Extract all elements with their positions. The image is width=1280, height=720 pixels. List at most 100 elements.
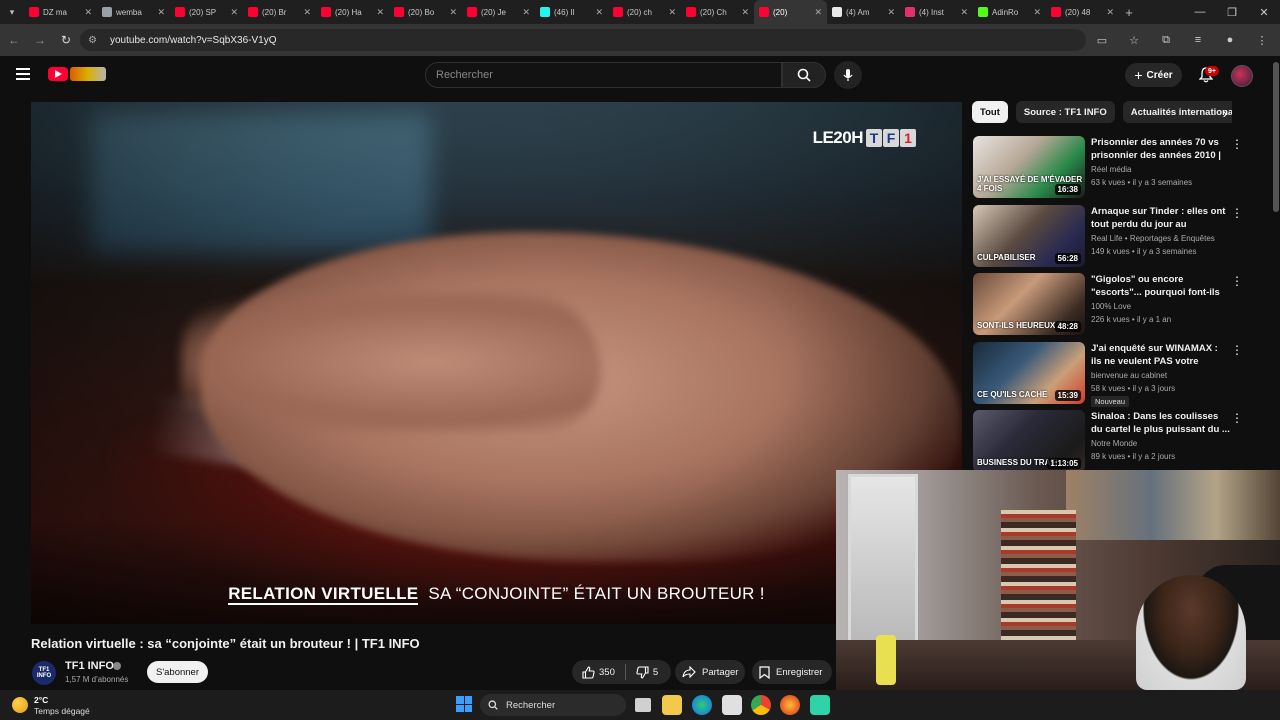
search-input[interactable]: Rechercher xyxy=(425,62,782,88)
browser-tab[interactable]: (20) Je ✕ xyxy=(462,0,535,24)
address-bar[interactable]: ⚙ youtube.com/watch?v=SqbX36-V1yQ xyxy=(80,29,1086,51)
browser-tab[interactable]: DZ ma ✕ xyxy=(24,0,97,24)
voice-search-button[interactable] xyxy=(834,61,862,89)
tab-close-icon[interactable]: ✕ xyxy=(960,7,968,18)
minimize-icon[interactable]: — xyxy=(1184,0,1216,24)
channel-name[interactable]: TF1 INFO xyxy=(65,660,114,672)
more-options-icon[interactable]: ⋮ xyxy=(1231,273,1243,289)
tab-close-icon[interactable]: ✕ xyxy=(887,7,895,18)
recommended-video[interactable]: CE QU'ILS CACHE 15:39 J'ai enquêté sur WIN… xyxy=(973,341,1258,407)
browser-tab[interactable]: (20) SP ✕ xyxy=(170,0,243,24)
recommended-video[interactable]: SONT-ILS HEUREUX ? 48:28 "Gigolos" ou enco… xyxy=(973,273,1258,337)
video-thumbnail[interactable]: CULPABILISER 56:28 xyxy=(973,204,1085,267)
recommended-channel[interactable]: 100% Love xyxy=(1091,302,1131,311)
browser-tab[interactable]: (20) Br ✕ xyxy=(243,0,316,24)
channel-avatar[interactable]: TF1 INFO xyxy=(32,661,56,685)
site-info-icon[interactable]: ⚙ xyxy=(88,35,102,46)
edge-icon[interactable] xyxy=(692,695,712,715)
tab-close-icon[interactable]: ✕ xyxy=(449,7,457,18)
tab-close-icon[interactable]: ✕ xyxy=(814,7,822,18)
weather-temperature[interactable]: 2°C xyxy=(34,695,48,705)
new-tab-button[interactable]: + xyxy=(1119,5,1139,20)
browser-tab[interactable]: (20) ch ✕ xyxy=(608,0,681,24)
share-button[interactable]: Partager xyxy=(675,660,745,684)
more-options-icon[interactable]: ⋮ xyxy=(1231,410,1243,426)
browser-tab[interactable]: (20) Ch ✕ xyxy=(681,0,754,24)
recommended-video[interactable]: BUSINESS DU TRAFI 1:13:05 Sinaloa : Dans l… xyxy=(973,410,1258,474)
more-options-icon[interactable]: ⋮ xyxy=(1231,342,1243,358)
video-player[interactable]: LE20H TF1 RELATION VIRTUELLE SA “CONJOINT… xyxy=(31,102,962,624)
profile-icon[interactable]: ● xyxy=(1218,28,1242,52)
reload-icon[interactable]: ↻ xyxy=(54,28,78,52)
tab-search-icon[interactable]: ▾ xyxy=(0,0,24,24)
create-button[interactable]: + Créer xyxy=(1125,63,1182,87)
recommended-title[interactable]: Prisonnier des années 70 vs prisonnier d… xyxy=(1091,136,1231,162)
app-icon[interactable] xyxy=(810,695,830,715)
browser-tab[interactable]: wemba ✕ xyxy=(97,0,170,24)
extensions-icon[interactable]: ⧉ xyxy=(1154,28,1178,52)
page-scrollbar[interactable] xyxy=(1273,62,1279,212)
tab-close-icon[interactable]: ✕ xyxy=(522,7,530,18)
recommended-channel[interactable]: bienvenue au cabinet xyxy=(1091,371,1167,380)
video-thumbnail[interactable]: J'AI ESSAYÉ DE M'ÉVADER 4 FOIS 16:38 xyxy=(973,136,1085,198)
forward-icon[interactable]: → xyxy=(28,28,52,52)
browser-tab[interactable]: AdinRo ✕ xyxy=(973,0,1046,24)
filter-chip[interactable]: Source : TF1 INFO xyxy=(1015,101,1115,123)
cast-icon[interactable]: ▭ xyxy=(1090,28,1114,52)
bookmark-star-icon[interactable]: ☆ xyxy=(1122,28,1146,52)
weather-description[interactable]: Temps dégagé xyxy=(34,706,90,716)
tab-close-icon[interactable]: ✕ xyxy=(303,7,311,18)
media-control-icon[interactable]: ≡ xyxy=(1186,28,1210,52)
tab-close-icon[interactable]: ✕ xyxy=(741,7,749,18)
save-button[interactable]: Enregistrer xyxy=(752,660,832,684)
chevron-right-icon[interactable]: › xyxy=(1216,104,1234,122)
chrome-icon[interactable] xyxy=(751,695,771,715)
recommended-channel[interactable]: Notre Monde xyxy=(1091,439,1137,448)
tab-close-icon[interactable]: ✕ xyxy=(230,7,238,18)
account-avatar[interactable] xyxy=(1231,65,1253,87)
menu-icon[interactable] xyxy=(16,68,30,80)
recommended-title[interactable]: Sinaloa : Dans les coulisses du cartel l… xyxy=(1091,410,1231,436)
recommended-channel[interactable]: Real Life • Reportages & Enquêtes xyxy=(1091,234,1215,243)
browser-tab[interactable]: (20) Bo ✕ xyxy=(389,0,462,24)
like-button[interactable]: 350 xyxy=(572,660,625,684)
browser-tab[interactable]: (4) Am ✕ xyxy=(827,0,900,24)
recommended-title[interactable]: J'ai enquêté sur WINAMAX : ils ne veulen… xyxy=(1091,342,1231,368)
store-icon[interactable] xyxy=(722,695,742,715)
recommended-title[interactable]: "Gigolos" ou encore "escorts"... pourquo… xyxy=(1091,273,1231,299)
browser-tab[interactable]: (4) Inst ✕ xyxy=(900,0,973,24)
tab-close-icon[interactable]: ✕ xyxy=(84,7,92,18)
file-explorer-icon[interactable] xyxy=(662,695,682,715)
tab-close-icon[interactable]: ✕ xyxy=(1106,7,1114,18)
recommended-video[interactable]: CULPABILISER 56:28 Arnaque sur Tinder : el… xyxy=(973,204,1258,269)
recommended-channel[interactable]: Réel média xyxy=(1091,165,1131,174)
recommended-title[interactable]: Arnaque sur Tinder : elles ont tout perd… xyxy=(1091,205,1231,231)
browser-menu-icon[interactable]: ⋮ xyxy=(1250,28,1274,52)
dislike-button[interactable]: 5 xyxy=(626,660,668,684)
tab-close-icon[interactable]: ✕ xyxy=(376,7,384,18)
task-view-icon[interactable] xyxy=(635,698,651,712)
taskbar-search[interactable]: Rechercher xyxy=(480,694,626,716)
tab-close-icon[interactable]: ✕ xyxy=(668,7,676,18)
more-options-icon[interactable]: ⋮ xyxy=(1231,205,1243,221)
recommended-video[interactable]: J'AI ESSAYÉ DE M'ÉVADER 4 FOIS 16:38 Priso… xyxy=(973,136,1258,200)
back-icon[interactable]: ← xyxy=(2,28,26,52)
windows-start-icon[interactable] xyxy=(456,696,472,712)
weather-moon-icon[interactable] xyxy=(12,697,28,713)
more-options-icon[interactable]: ⋮ xyxy=(1231,136,1243,152)
tab-close-icon[interactable]: ✕ xyxy=(1033,7,1041,18)
search-button[interactable] xyxy=(782,62,826,88)
browser-tab[interactable]: (20) Ha ✕ xyxy=(316,0,389,24)
video-thumbnail[interactable]: SONT-ILS HEUREUX ? 48:28 xyxy=(973,273,1085,335)
filter-chip[interactable]: Tout xyxy=(972,101,1008,123)
subscribe-button[interactable]: S'abonner xyxy=(147,661,208,683)
firefox-icon[interactable] xyxy=(780,695,800,715)
browser-tab[interactable]: (46) Il ✕ xyxy=(535,0,608,24)
close-window-icon[interactable]: ✕ xyxy=(1248,0,1280,24)
video-thumbnail[interactable]: BUSINESS DU TRAFI 1:13:05 xyxy=(973,410,1085,472)
tab-close-icon[interactable]: ✕ xyxy=(157,7,165,18)
browser-tab[interactable]: (20) 48 ✕ xyxy=(1046,0,1119,24)
browser-tab[interactable]: (20) ✕ xyxy=(754,0,827,24)
video-thumbnail[interactable]: CE QU'ILS CACHE 15:39 xyxy=(973,341,1085,404)
restore-icon[interactable]: ❐ xyxy=(1216,0,1248,24)
